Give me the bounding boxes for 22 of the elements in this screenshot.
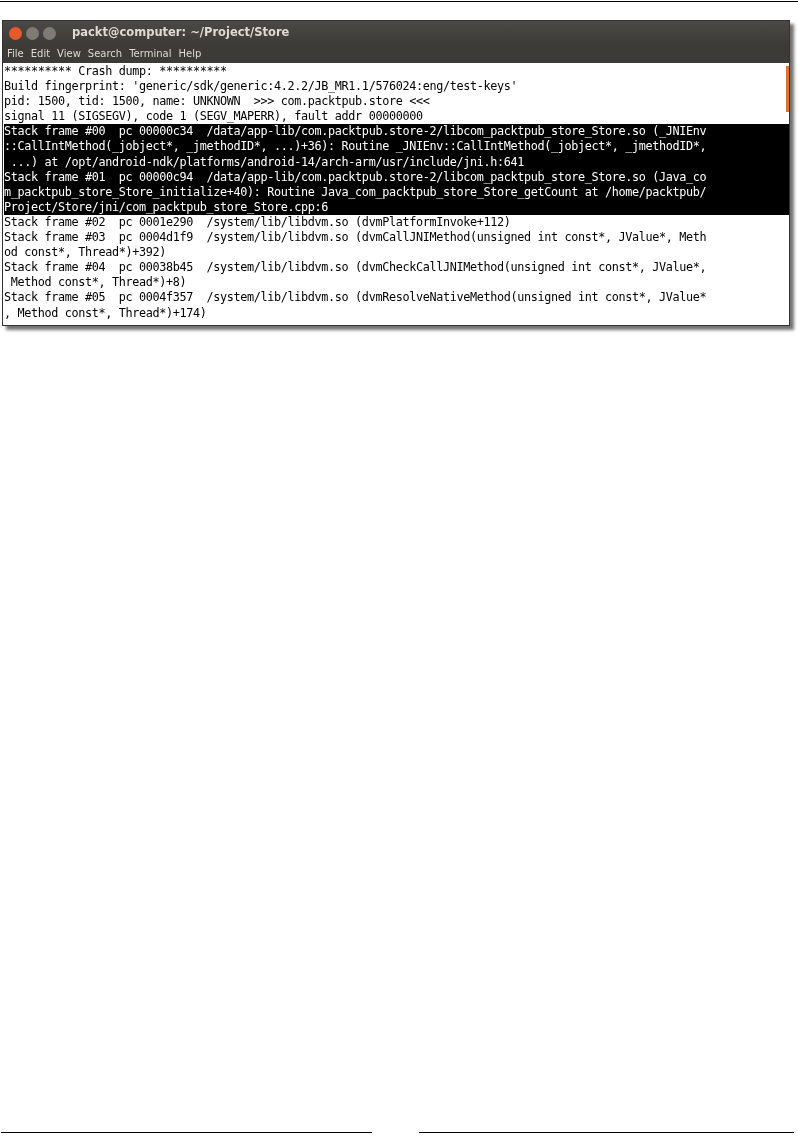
terminal-line: Build fingerprint: 'generic/sdk/generic:4.2.2/JB_MR1.1/576024:eng/test-keys' bbox=[4, 79, 519, 95]
menu-item[interactable]: Terminal bbox=[129, 49, 172, 59]
terminal-line: ********** Crash dump: ********** bbox=[4, 64, 228, 80]
scrollbar-thumb[interactable] bbox=[786, 66, 789, 112]
terminal-line: pid: 1500, tid: 1500, name: UNKNOWN >>> com.packtpub.store <<< bbox=[4, 94, 431, 110]
menu-item[interactable]: View bbox=[57, 49, 81, 59]
terminal-line: Method const*, Thread*)+8) bbox=[9, 275, 188, 291]
terminal-line: Stack frame #05 pc 0004f357 /system/lib/libdvm.so (dvmResolveNativeMethod(unsigned int const*, JValue* bbox=[4, 290, 708, 306]
window-title: packt@computer: ~/Project/Store bbox=[72, 24, 290, 42]
minimize-icon[interactable] bbox=[26, 26, 39, 40]
terminal-line: , Method const*, Thread*)+174) bbox=[4, 305, 208, 321]
menu-item[interactable]: Edit bbox=[30, 49, 51, 59]
menu-item[interactable]: Search bbox=[87, 49, 123, 59]
menu-item[interactable]: File bbox=[7, 49, 24, 59]
maximize-icon[interactable] bbox=[43, 26, 56, 40]
terminal-line: Stack frame #02 pc 0001e290 /system/lib/libdvm.so (dvmPlatformInvoke+112) bbox=[4, 214, 512, 231]
terminal-line: Stack frame #03 pc 0004d1f9 /system/lib/libdvm.so (dvmCallJNIMethod(unsigned int const*, JValue*, Meth bbox=[4, 230, 708, 246]
terminal-line: od const*, Thread*)+392) bbox=[4, 245, 168, 261]
terminal-line: signal 11 (SIGSEGV), code 1 (SEGV_MAPERR), fault addr 00000000 bbox=[4, 109, 424, 125]
close-icon[interactable] bbox=[9, 26, 22, 40]
terminal-line: Stack frame #04 pc 00038b45 /system/lib/libdvm.so (dvmCheckCallJNIMethod(unsigned int const*, JValue*, bbox=[4, 260, 708, 276]
menu-item[interactable]: Help bbox=[178, 49, 202, 59]
